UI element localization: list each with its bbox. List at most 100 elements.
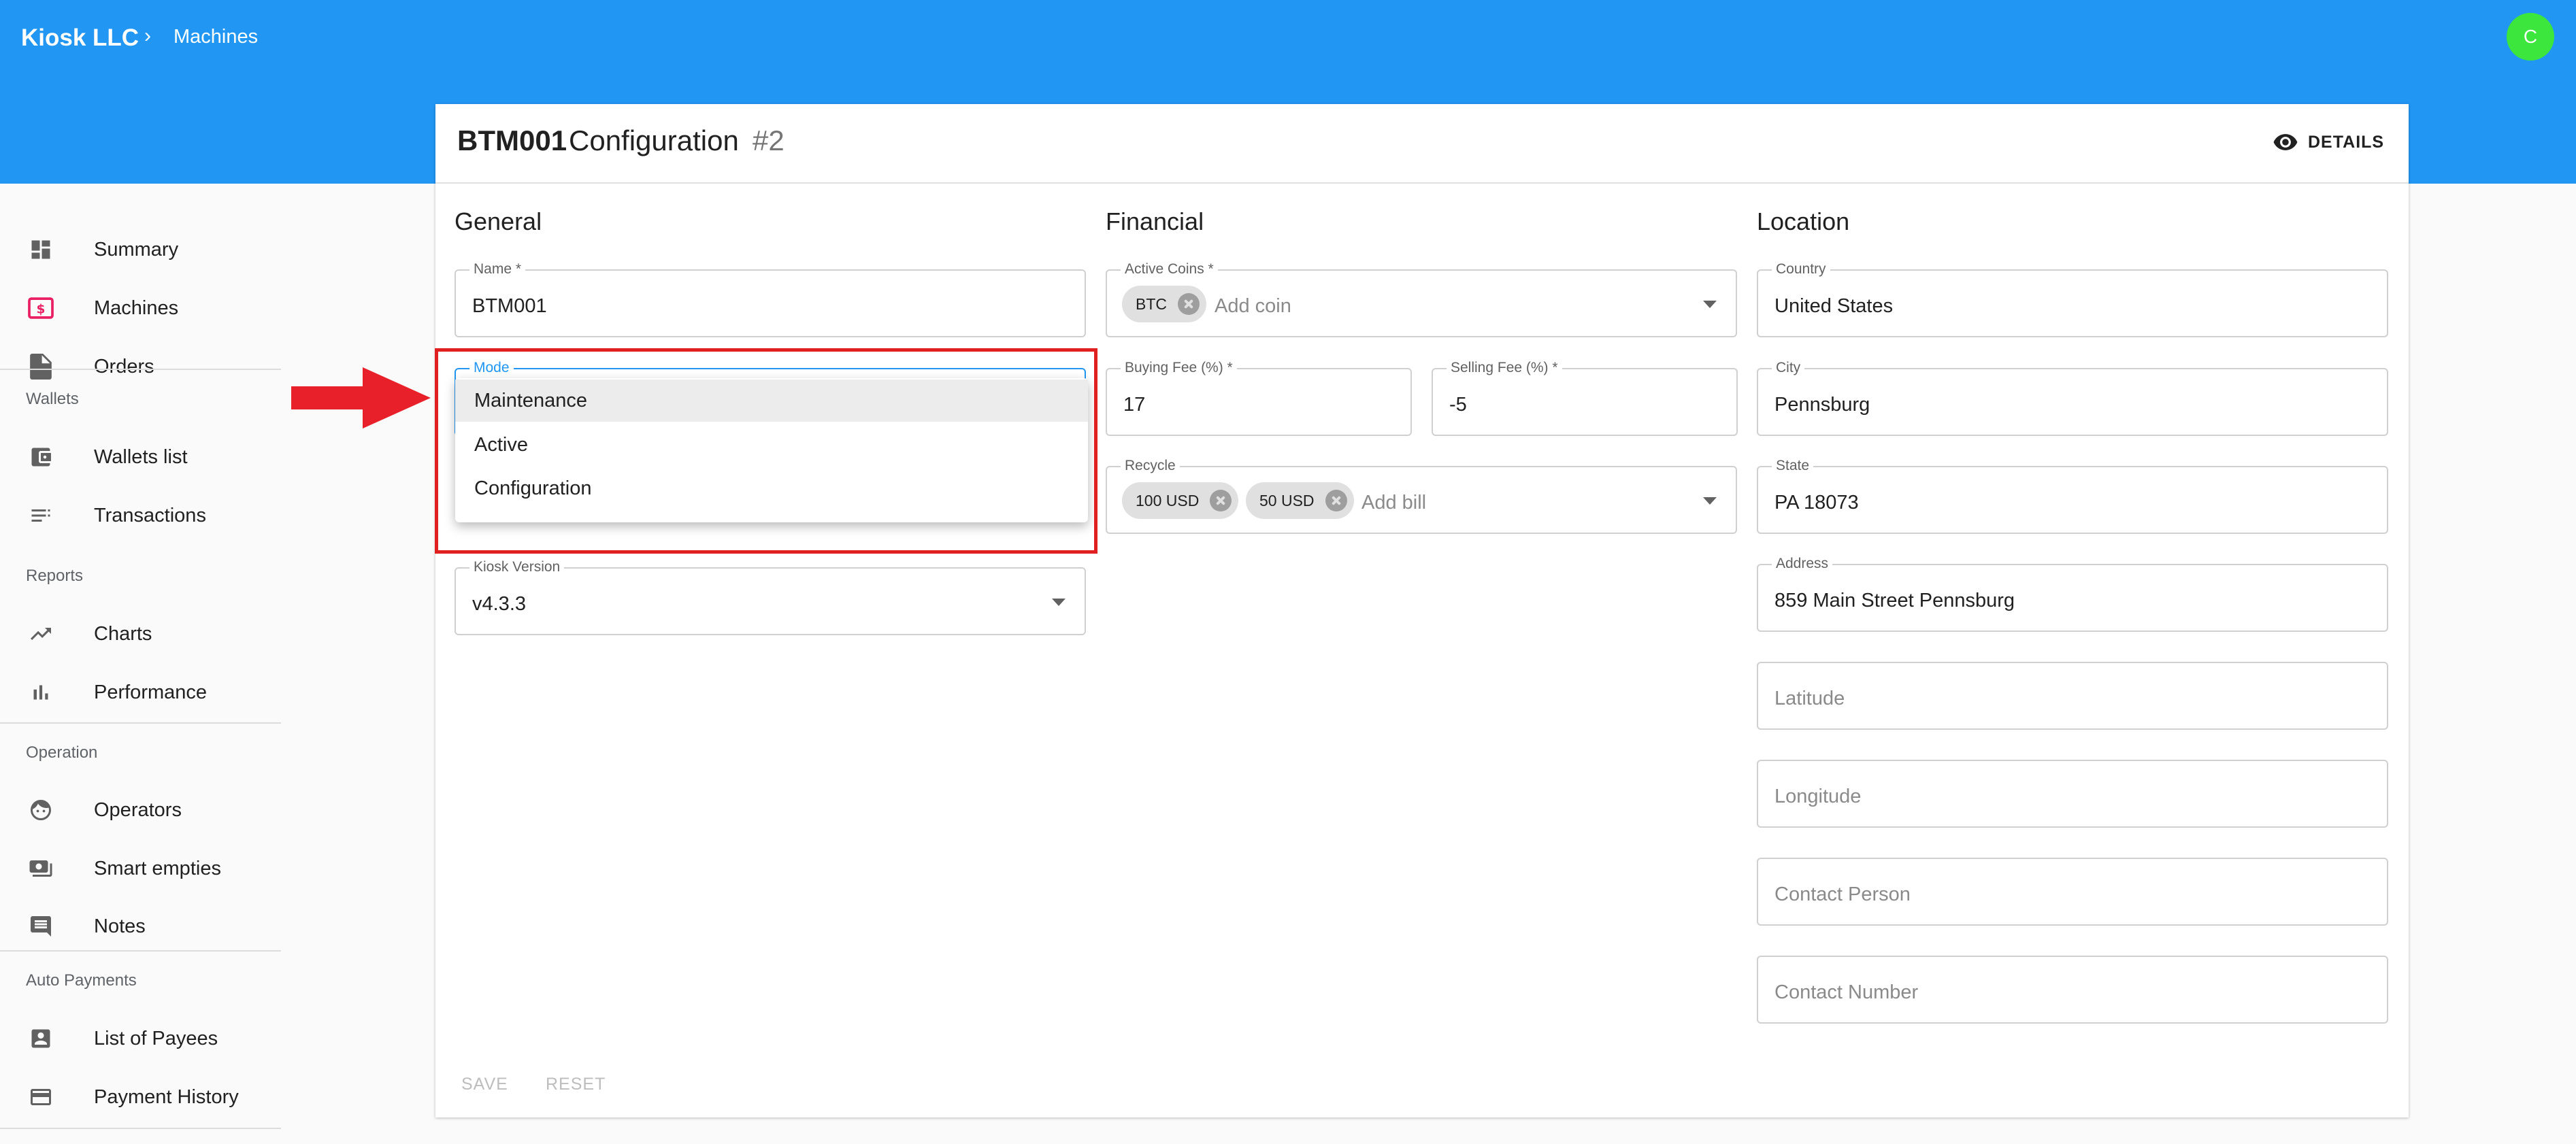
sidebar-item-label: Wallets list — [94, 445, 188, 468]
contact-person-placeholder: Contact Person — [1774, 884, 1911, 905]
address-field[interactable]: Address 859 Main Street Pennsburg — [1757, 556, 2388, 632]
remove-chip-icon[interactable] — [1178, 293, 1200, 315]
contact-number-placeholder: Contact Number — [1774, 981, 1919, 1003]
kiosk-version-label: Kiosk Version — [469, 559, 565, 575]
chevron-down-icon[interactable] — [1703, 301, 1717, 308]
address-label: Address — [1772, 556, 1833, 572]
longitude-placeholder: Longitude — [1774, 786, 1862, 807]
sidebar-item-charts[interactable]: Charts — [0, 607, 281, 661]
card-header: BTM001 Configuration #2 DETAILS — [435, 104, 2409, 184]
highlight-box — [435, 348, 1097, 554]
save-button[interactable]: SAVE — [461, 1075, 508, 1094]
coin-chip: BTC — [1122, 286, 1206, 322]
active-coins-label: Active Coins * — [1121, 261, 1218, 277]
state-label: State — [1772, 458, 1814, 474]
add-bill-input[interactable]: Add bill — [1361, 492, 1426, 514]
red-arrow-icon — [291, 367, 431, 428]
selling-fee-value: -5 — [1449, 394, 1467, 416]
contact-person-field[interactable]: Contact Person — [1757, 858, 2388, 926]
sidebar-item-summary[interactable]: Summary — [0, 222, 281, 277]
account-box-icon — [27, 1025, 54, 1052]
selling-fee-label: Selling Fee (%) * — [1447, 360, 1562, 376]
name-field-label: Name * — [469, 261, 526, 277]
kiosk-version-value: v4.3.3 — [472, 593, 526, 615]
country-label: Country — [1772, 261, 1830, 277]
buying-fee-value: 17 — [1123, 394, 1146, 416]
sidebar-item-label: List of Payees — [94, 1027, 218, 1049]
country-value: United States — [1774, 295, 1894, 317]
sidebar-item-orders[interactable]: Orders — [0, 339, 281, 394]
general-section-title: General — [455, 207, 542, 235]
latitude-placeholder: Latitude — [1774, 688, 1845, 709]
state-value: PA 18073 — [1774, 492, 1859, 514]
sidebar-item-list-of-payees[interactable]: List of Payees — [0, 1011, 281, 1066]
active-coins-field[interactable]: Active Coins * BTC Add coin — [1106, 261, 1737, 337]
sidebar-item-wallets-list[interactable]: Wallets list — [0, 430, 281, 484]
bill-chip-label: 100 USD — [1136, 491, 1200, 509]
bill-chip-label: 50 USD — [1259, 491, 1315, 509]
sidebar-divider — [0, 369, 281, 370]
city-value: Pennsburg — [1774, 394, 1870, 416]
sidebar-item-performance[interactable]: Performance — [0, 665, 281, 720]
details-button[interactable]: DETAILS — [2273, 129, 2384, 155]
breadcrumb-page[interactable]: Machines — [174, 26, 258, 48]
face-icon — [27, 796, 54, 824]
reset-button[interactable]: RESET — [546, 1075, 606, 1094]
sidebar-item-machines[interactable]: $ Machines — [0, 281, 281, 335]
recycle-field[interactable]: Recycle 100 USD 50 USD Add bill — [1106, 458, 1737, 534]
contact-number-field[interactable]: Contact Number — [1757, 956, 2388, 1024]
selling-fee-field[interactable]: Selling Fee (%) * -5 — [1432, 360, 1738, 436]
document-icon — [27, 353, 54, 380]
sidebar-item-label: Payment History — [94, 1086, 239, 1108]
financial-section-title: Financial — [1106, 207, 1204, 235]
name-field-value: BTM001 — [472, 295, 547, 317]
buying-fee-field[interactable]: Buying Fee (%) * 17 — [1106, 360, 1412, 436]
sidebar-item-label: Summary — [94, 238, 179, 260]
bill-chip: 50 USD — [1246, 482, 1354, 519]
comment-icon — [27, 913, 54, 940]
sidebar-divider — [0, 950, 281, 952]
wallet-icon — [27, 443, 54, 471]
configuration-title: Configuration — [569, 124, 739, 156]
sidebar-section-wallets: Wallets — [26, 390, 79, 408]
sidebar-item-transactions[interactable]: Transactions — [0, 488, 281, 543]
sidebar-item-notes[interactable]: Notes — [0, 899, 281, 954]
kiosk-version-select[interactable]: Kiosk Version v4.3.3 — [455, 559, 1086, 635]
configuration-number: #2 — [753, 124, 785, 156]
country-field[interactable]: Country United States — [1757, 261, 2388, 337]
sidebar-item-payment-history[interactable]: Payment History — [0, 1070, 281, 1124]
chevron-down-icon[interactable] — [1703, 497, 1717, 505]
machine-id-title: BTM001 — [457, 124, 567, 156]
sidebar-item-label: Performance — [94, 681, 208, 703]
user-avatar[interactable]: C — [2507, 13, 2554, 61]
remove-chip-icon[interactable] — [1325, 490, 1347, 511]
sidebar-item-label: Smart empties — [94, 857, 221, 879]
sidebar-section-operation: Operation — [26, 743, 98, 762]
sidebar-item-label: Transactions — [94, 504, 206, 526]
sidebar-item-label: Orders — [94, 355, 154, 377]
chevron-down-icon — [1052, 599, 1066, 606]
add-coin-input[interactable]: Add coin — [1215, 295, 1291, 318]
recycle-label: Recycle — [1121, 458, 1180, 474]
svg-text:$: $ — [37, 303, 46, 317]
sidebar-section-reports: Reports — [26, 567, 84, 585]
credit-card-icon — [27, 1083, 54, 1111]
breadcrumb-company[interactable]: Kiosk LLC — [21, 24, 139, 52]
name-field[interactable]: Name * BTM001 — [455, 261, 1086, 337]
sidebar-item-label: Notes — [94, 915, 146, 937]
bar-chart-icon — [27, 679, 54, 706]
trending-icon — [27, 620, 54, 647]
city-field[interactable]: City Pennsburg — [1757, 360, 2388, 436]
state-field[interactable]: State PA 18073 — [1757, 458, 2388, 534]
dashboard-icon — [27, 236, 54, 263]
sidebar-item-smart-empties[interactable]: Smart empties — [0, 841, 281, 896]
bill-chip: 100 USD — [1122, 482, 1239, 519]
latitude-field[interactable]: Latitude — [1757, 662, 2388, 730]
remove-chip-icon[interactable] — [1210, 490, 1232, 511]
eye-icon — [2273, 134, 2298, 150]
longitude-field[interactable]: Longitude — [1757, 760, 2388, 828]
sidebar-item-label: Operators — [94, 798, 182, 821]
sidebar-item-operators[interactable]: Operators — [0, 783, 281, 837]
sidebar: Summary $ Machines Orders Wallets Wallet… — [0, 184, 281, 1144]
coin-chip-label: BTC — [1136, 295, 1167, 313]
